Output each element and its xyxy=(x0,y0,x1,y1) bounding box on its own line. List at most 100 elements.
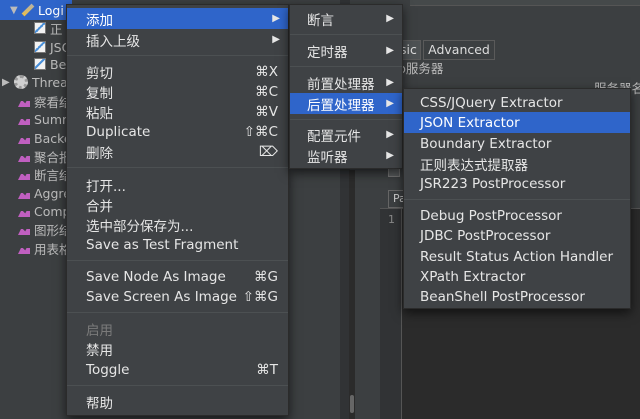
graph-icon xyxy=(18,168,30,180)
menu-item-css-jquery-extractor[interactable]: CSS/JQuery Extractor xyxy=(404,92,630,113)
submenu-arrow-icon: ▶ xyxy=(386,13,394,24)
shortcut-label: ⌘V xyxy=(255,103,278,120)
menu-item-add[interactable]: 添加 ▶ xyxy=(67,8,288,29)
graph-icon xyxy=(18,187,30,199)
menu-item-boundary-extractor[interactable]: Boundary Extractor xyxy=(404,133,630,154)
test-plan-tree[interactable]: ▼ Logi 正 JSO Be ▶ Threa 察看结 Summ Backe 聚… xyxy=(0,0,72,419)
tree-item-thread-group[interactable]: ▶ Threa xyxy=(2,72,68,92)
menu-item-enable: 启用 xyxy=(86,322,113,339)
shortcut-label: ⇧⌘C xyxy=(243,123,278,140)
menu-item-save-as-test-fragment[interactable]: Save as Test Fragment xyxy=(67,234,288,255)
tree-item-regex[interactable]: 正 xyxy=(34,18,63,38)
menu-separator xyxy=(67,167,288,168)
scrollbar-thumb[interactable] xyxy=(350,395,354,413)
graph-icon xyxy=(18,132,30,144)
menu-item-timer[interactable]: 定时器 ▶ xyxy=(290,40,402,61)
expand-down-icon[interactable]: ▼ xyxy=(10,5,22,16)
menu-item-duplicate[interactable]: Duplicate ⇧⌘C xyxy=(67,121,288,142)
add-submenu: 断言 ▶ 定时器 ▶ 前置处理器 ▶ 后置处理器 ▶ 配置元件 ▶ 监听器 ▶ xyxy=(289,4,403,169)
menu-item-save-node-as-image[interactable]: Save Node As Image ⌘G xyxy=(67,266,288,287)
submenu-arrow-icon: ▶ xyxy=(386,129,394,140)
graph-icon xyxy=(18,205,30,217)
shortcut-label: ⌘T xyxy=(256,361,278,378)
menu-separator xyxy=(404,199,630,200)
menu-item-merge[interactable]: 合并 xyxy=(67,194,288,215)
script-icon xyxy=(34,41,46,53)
menu-item-save-screen-as-image[interactable]: Save Screen As Image ⇧⌘G xyxy=(67,286,288,307)
menu-separator xyxy=(290,66,402,67)
menu-item-cut[interactable]: 剪切 ⌘X xyxy=(67,61,288,82)
tree-item-listener[interactable]: 断言结 xyxy=(18,164,72,184)
context-menu: 添加 ▶ 插入上级 ▶ 剪切 ⌘X 复制 ⌘C 粘贴 ⌘V Duplicate … xyxy=(66,4,289,416)
menu-item-jdbc-postprocessor[interactable]: JDBC PostProcessor xyxy=(404,225,630,246)
script-icon xyxy=(34,58,46,70)
tree-item-label: 正 xyxy=(50,21,63,37)
menu-item-regex-extractor[interactable]: 正则表达式提取器 xyxy=(404,153,630,174)
shortcut-label: ⌘X xyxy=(255,63,278,80)
tree-item-listener[interactable]: Summ xyxy=(18,109,72,129)
menu-item-assertions[interactable]: 断言 ▶ xyxy=(290,8,402,29)
menu-separator xyxy=(67,260,288,261)
gear-icon xyxy=(14,75,28,89)
graph-icon xyxy=(18,223,30,235)
submenu-arrow-icon: ▶ xyxy=(386,98,394,109)
tab-advanced[interactable]: Advanced xyxy=(423,40,495,60)
menu-separator xyxy=(67,385,288,386)
menu-item-result-status-action-handler[interactable]: Result Status Action Handler xyxy=(404,246,630,267)
menu-item-listener[interactable]: 监听器 ▶ xyxy=(290,145,402,166)
menu-item-jsr223-postprocessor[interactable]: JSR223 PostProcessor xyxy=(404,173,630,194)
script-icon xyxy=(34,22,46,34)
submenu-arrow-icon: ▶ xyxy=(272,13,280,24)
menu-separator xyxy=(290,34,402,35)
menu-item-pre-processors[interactable]: 前置处理器 ▶ xyxy=(290,72,402,93)
menu-item-delete[interactable]: 删除 ⌦ xyxy=(67,141,288,162)
submenu-arrow-icon: ▶ xyxy=(272,34,280,45)
expand-right-icon[interactable]: ▶ xyxy=(2,77,14,88)
tree-item-listener[interactable]: 聚合报 xyxy=(18,146,72,166)
shortcut-label: ⌘G xyxy=(254,268,278,285)
shortcut-label: ⇧⌘G xyxy=(242,288,278,305)
menu-item-paste[interactable]: 粘贴 ⌘V xyxy=(67,101,288,122)
menu-item-disable[interactable]: 禁用 xyxy=(67,338,288,359)
tree-item-label: Be xyxy=(50,56,67,72)
tree-item-listener[interactable]: Aggre xyxy=(18,183,71,203)
menu-item-config-element[interactable]: 配置元件 ▶ xyxy=(290,124,402,145)
menu-item-save-selection-as[interactable]: 选中部分保存为... xyxy=(67,214,288,235)
menu-item-copy[interactable]: 复制 ⌘C xyxy=(67,81,288,102)
menu-item-open[interactable]: 打开... xyxy=(67,174,288,195)
tree-scrollbar[interactable] xyxy=(349,170,355,419)
submenu-arrow-icon: ▶ xyxy=(386,45,394,56)
menu-item-toggle[interactable]: Toggle ⌘T xyxy=(67,359,288,380)
graph-icon xyxy=(18,150,30,162)
menu-separator xyxy=(67,55,288,56)
submenu-arrow-icon: ▶ xyxy=(386,150,394,161)
pencil-icon xyxy=(21,3,35,17)
menu-item-insert-parent[interactable]: 插入上级 ▶ xyxy=(67,29,288,50)
post-processor-submenu: CSS/JQuery Extractor JSON Extractor Boun… xyxy=(403,88,631,309)
menu-item-help[interactable]: 帮助 xyxy=(67,391,288,412)
graph-icon xyxy=(18,242,30,254)
tree-item-beanshell[interactable]: Be xyxy=(34,54,66,74)
tree-item-listener[interactable]: 察看结 xyxy=(18,91,72,111)
delete-key-icon: ⌦ xyxy=(258,143,278,160)
shortcut-label: ⌘C xyxy=(255,83,278,100)
line-gutter: 1 xyxy=(380,209,402,419)
menu-separator xyxy=(67,312,288,313)
menu-item-beanshell-postprocessor[interactable]: BeanShell PostProcessor xyxy=(404,286,630,307)
panel-header xyxy=(410,0,640,6)
graph-icon xyxy=(18,113,30,125)
submenu-arrow-icon: ▶ xyxy=(386,77,394,88)
menu-item-json-extractor[interactable]: JSON Extractor xyxy=(404,112,630,133)
menu-item-post-processors[interactable]: 后置处理器 ▶ xyxy=(290,93,402,114)
tree-item-listener[interactable]: Backe xyxy=(18,128,72,148)
menu-item-xpath-extractor[interactable]: XPath Extractor xyxy=(404,266,630,287)
tree-item-label: Threa xyxy=(32,74,68,90)
graph-icon xyxy=(18,95,30,107)
tree-item-listener[interactable]: Comp xyxy=(18,201,71,221)
tree-item-label: Logi xyxy=(38,2,64,18)
web-server-label: b服务器 xyxy=(398,61,444,76)
menu-item-debug-postprocessor[interactable]: Debug PostProcessor xyxy=(404,205,630,226)
tree-item-listener[interactable]: 图形结 xyxy=(18,219,72,239)
tree-item-listener[interactable]: 用表格 xyxy=(18,238,72,258)
tree-item-login[interactable]: ▼ Logi xyxy=(0,0,72,20)
